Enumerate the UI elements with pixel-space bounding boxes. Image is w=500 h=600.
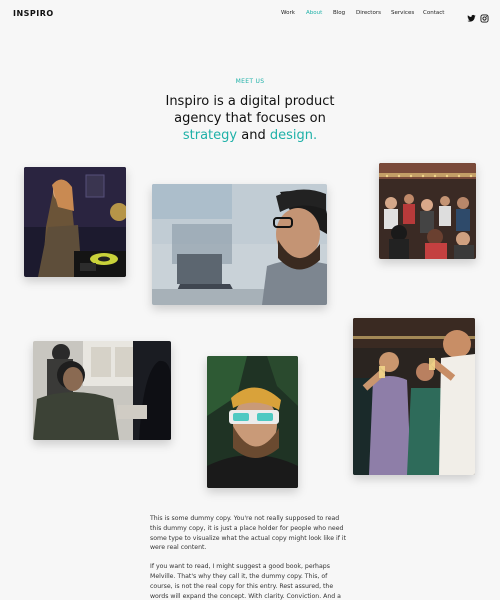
headline-accent-strategy: strategy xyxy=(182,128,238,143)
about-paragraph-2: If you want to read, I might suggest a g… xyxy=(150,563,341,600)
vr-photo xyxy=(207,356,298,488)
meeting-photo xyxy=(33,341,171,440)
site-header: INSPIRO Work About Blog Directors Servic… xyxy=(0,0,500,28)
headline-accent-design: design. xyxy=(269,128,318,143)
headline-line-1: Inspiro is a digital product xyxy=(165,94,335,109)
site-logo[interactable]: INSPIRO xyxy=(13,9,54,18)
nav-directors[interactable]: Directors xyxy=(356,10,381,16)
crowd-photo xyxy=(379,163,476,259)
nav-work[interactable]: Work xyxy=(281,10,295,16)
party-photo xyxy=(353,318,475,475)
nav-blog[interactable]: Blog xyxy=(333,10,345,16)
nav-about[interactable]: About xyxy=(306,10,322,16)
about-paragraph-1: This is some dummy copy. You're not real… xyxy=(150,515,347,552)
about-copy: This is some dummy copy. You're not real… xyxy=(150,514,350,600)
nav-contact[interactable]: Contact xyxy=(423,10,444,16)
instagram-icon[interactable] xyxy=(480,8,489,23)
headline-connector: and xyxy=(237,128,270,143)
headline-line-2: agency that focuses on xyxy=(174,111,326,126)
developer-photo xyxy=(152,184,327,305)
section-eyebrow: MEET US xyxy=(235,78,265,85)
twitter-icon[interactable] xyxy=(467,8,476,22)
headline-line-3: strategy and design. xyxy=(0,127,500,144)
hero-headline: Inspiro is a digital product agency that… xyxy=(0,93,500,144)
dj-photo xyxy=(24,167,126,277)
nav-services[interactable]: Services xyxy=(391,10,414,16)
